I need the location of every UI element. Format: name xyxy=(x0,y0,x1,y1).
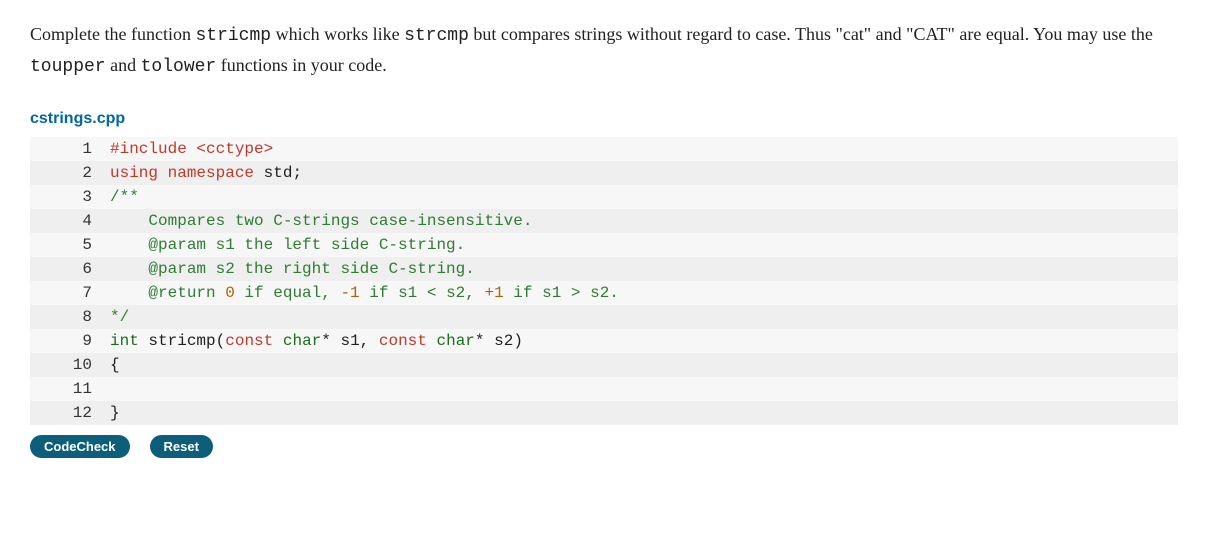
code-content: using namespace std; xyxy=(110,161,1178,185)
code-line: 1 #include <cctype> xyxy=(30,137,1178,161)
code-content: } xyxy=(110,401,1178,425)
code-content: @param s2 the right side C-string. xyxy=(110,257,1178,281)
instruction-text: but compares strings without regard to c… xyxy=(469,24,1153,44)
filename-label: cstrings.cpp xyxy=(30,106,1178,132)
line-number: 9 xyxy=(30,329,110,353)
code-line: 9 int stricmp(const char* s1, const char… xyxy=(30,329,1178,353)
line-number: 12 xyxy=(30,401,110,425)
line-number: 2 xyxy=(30,161,110,185)
instruction-text: which works like xyxy=(271,24,404,44)
code-line: 4 Compares two C-strings case-insensitiv… xyxy=(30,209,1178,233)
line-number: 6 xyxy=(30,257,110,281)
inline-code-strcmp: strcmp xyxy=(404,26,469,46)
code-line: 10 { xyxy=(30,353,1178,377)
line-number: 8 xyxy=(30,305,110,329)
line-number: 5 xyxy=(30,233,110,257)
code-content: int stricmp(const char* s1, const char* … xyxy=(110,329,1178,353)
inline-code-stricmp: stricmp xyxy=(195,26,271,46)
line-number: 11 xyxy=(30,377,110,401)
code-content: @param s1 the left side C-string. xyxy=(110,233,1178,257)
code-line: 11 xyxy=(30,377,1178,401)
code-content: #include <cctype> xyxy=(110,137,1178,161)
instruction-text: functions in your code. xyxy=(216,55,386,75)
instruction-text: Complete the function xyxy=(30,24,195,44)
code-line: 5 @param s1 the left side C-string. xyxy=(30,233,1178,257)
inline-code-tolower: tolower xyxy=(141,57,217,77)
line-number: 3 xyxy=(30,185,110,209)
inline-code-toupper: toupper xyxy=(30,57,106,77)
code-line: 12 } xyxy=(30,401,1178,425)
code-editor[interactable]: 1 #include <cctype> 2 using namespace st… xyxy=(30,137,1178,425)
code-line: 8 */ xyxy=(30,305,1178,329)
code-line: 3 /** xyxy=(30,185,1178,209)
code-content xyxy=(110,377,1178,401)
line-number: 10 xyxy=(30,353,110,377)
reset-button[interactable]: Reset xyxy=(150,435,213,458)
instruction-text: and xyxy=(106,55,141,75)
code-line: 7 @return 0 if equal, -1 if s1 < s2, +1 … xyxy=(30,281,1178,305)
code-content: { xyxy=(110,353,1178,377)
code-content: */ xyxy=(110,305,1178,329)
code-content: @return 0 if equal, -1 if s1 < s2, +1 if… xyxy=(110,281,1178,305)
line-number: 7 xyxy=(30,281,110,305)
code-content: Compares two C-strings case-insensitive. xyxy=(110,209,1178,233)
line-number: 4 xyxy=(30,209,110,233)
problem-instruction: Complete the function stricmp which work… xyxy=(30,20,1178,82)
line-number: 1 xyxy=(30,137,110,161)
code-line: 6 @param s2 the right side C-string. xyxy=(30,257,1178,281)
code-content: /** xyxy=(110,185,1178,209)
button-row: CodeCheck Reset xyxy=(30,435,1178,458)
codecheck-button[interactable]: CodeCheck xyxy=(30,435,130,458)
code-line: 2 using namespace std; xyxy=(30,161,1178,185)
